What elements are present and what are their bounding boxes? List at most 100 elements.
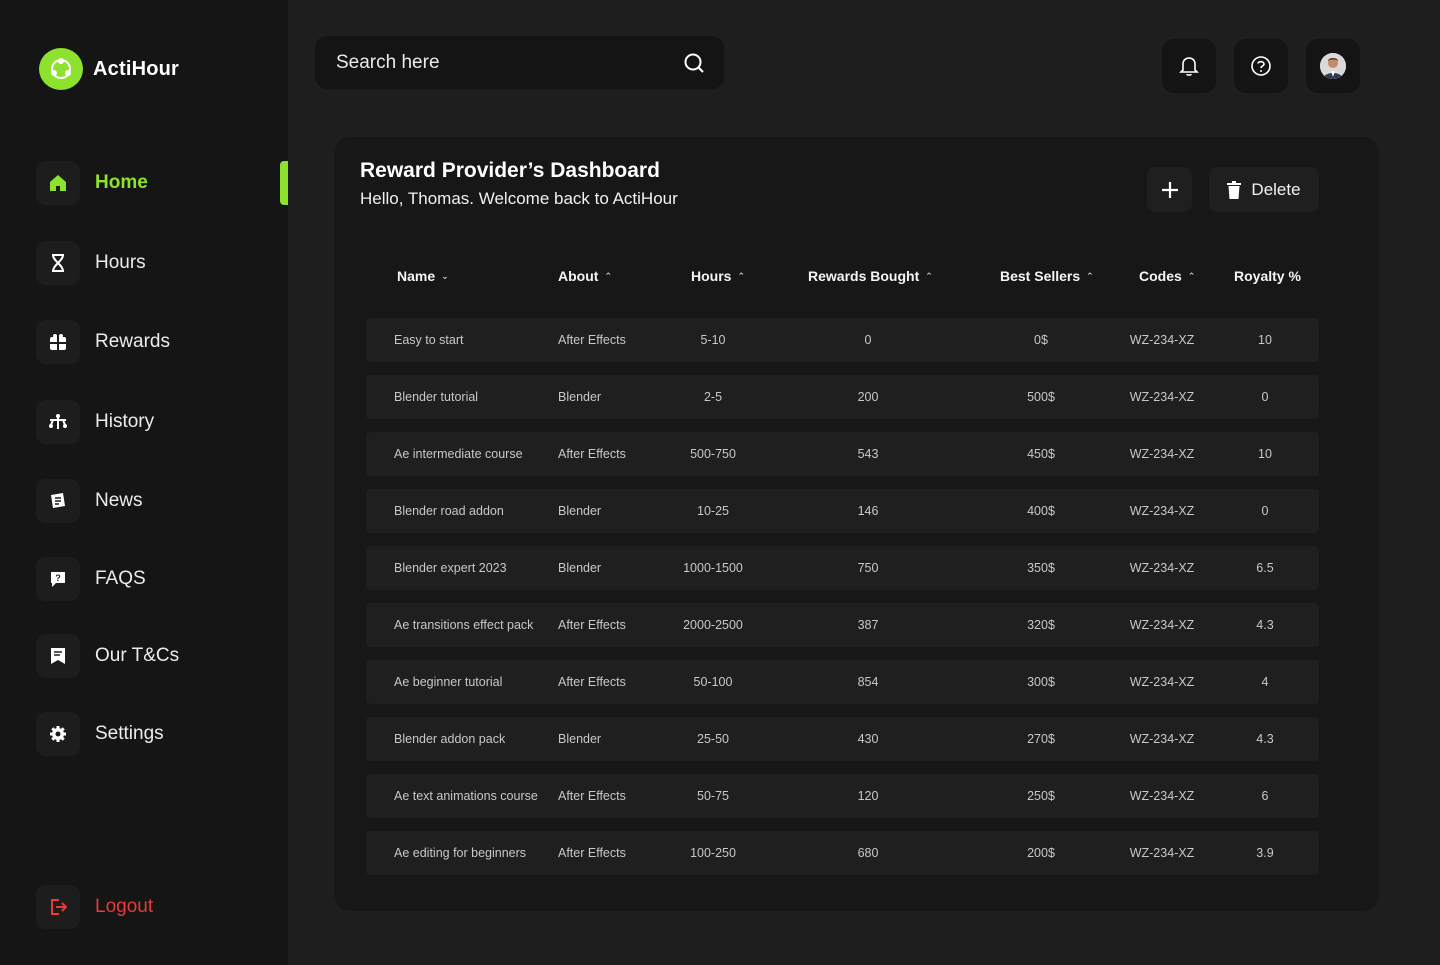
plus-icon: [1161, 181, 1178, 198]
cell-about: After Effects: [558, 333, 626, 347]
profile-button[interactable]: [1306, 39, 1360, 93]
column-label: Hours: [691, 268, 732, 284]
cell-name: Ae transitions effect pack: [394, 618, 534, 632]
logout-button[interactable]: Logout: [36, 885, 153, 929]
sidebar-item-label: FAQS: [95, 568, 146, 589]
history-icon: [36, 400, 80, 444]
sidebar-item-label: Hours: [95, 252, 146, 273]
sidebar-item-label: Rewards: [95, 331, 170, 352]
table-row[interactable]: Ae intermediate course After Effects 500-7…: [366, 432, 1319, 476]
app: ActiHour Home Hours Rewards History News…: [0, 0, 1440, 965]
column-header-hours[interactable]: Hours ⌃: [691, 268, 745, 284]
cell-rewards-bought: 200: [857, 390, 879, 404]
cell-code: WZ-234-XZ: [1129, 675, 1195, 689]
table-row[interactable]: Ae transitions effect pack After Effects 2…: [366, 603, 1319, 647]
brand[interactable]: ActiHour: [39, 48, 179, 90]
cell-code: WZ-234-XZ: [1129, 732, 1195, 746]
column-header-royalty[interactable]: Royalty %: [1234, 268, 1301, 284]
cell-about: After Effects: [558, 447, 626, 461]
chevron-up-icon: ⌃: [1086, 270, 1094, 281]
cell-name: Ae beginner tutorial: [394, 675, 503, 689]
search-input[interactable]: [336, 51, 670, 74]
cell-code: WZ-234-XZ: [1129, 504, 1195, 518]
table-row[interactable]: Ae text animations course After Effects 50…: [366, 774, 1319, 818]
table-row[interactable]: Ae beginner tutorial After Effects 50-100 8…: [366, 660, 1319, 704]
cell-name: Ae text animations course: [394, 789, 538, 803]
sidebar-item-faqs[interactable]: ? FAQS: [36, 557, 146, 601]
table-row[interactable]: Blender tutorial Blender 2-5 200 500$ WZ-234-…: [366, 375, 1319, 419]
cell-name: Ae editing for beginners: [394, 846, 527, 860]
cell-rewards-bought: 120: [857, 789, 879, 803]
cell-rewards-bought: 750: [857, 561, 879, 575]
cell-code: WZ-234-XZ: [1129, 447, 1195, 461]
cell-code: WZ-234-XZ: [1129, 333, 1195, 347]
chevron-down-icon: ⌄: [441, 270, 449, 281]
table-row[interactable]: Blender expert 2023 Blender 1000-1500 750 35…: [366, 546, 1319, 590]
table-row[interactable]: Blender addon pack Blender 25-50 430 270$ WZ-…: [366, 717, 1319, 761]
cell-hours: 2-5: [703, 390, 723, 404]
cell-rewards-bought: 430: [857, 732, 879, 746]
cell-best-sellers: 250$: [1027, 789, 1055, 803]
cell-royalty: 10: [1258, 447, 1272, 461]
sidebar-item-rewards[interactable]: Rewards: [36, 320, 170, 364]
sidebar-item-label: Settings: [95, 723, 164, 744]
column-label: Name: [397, 268, 436, 284]
sidebar-item-history[interactable]: History: [36, 400, 154, 444]
cell-rewards-bought: 0: [864, 333, 872, 347]
cell-best-sellers: 0$: [1034, 333, 1048, 347]
cell-about: Blender: [558, 732, 602, 746]
cell-hours: 1000-1500: [683, 561, 743, 575]
cell-best-sellers: 320$: [1027, 618, 1055, 632]
cell-about: Blender: [558, 561, 602, 575]
cell-hours: 50-75: [697, 789, 729, 803]
cell-hours: 5-10: [700, 333, 726, 347]
sidebar-item-label: Home: [95, 172, 148, 193]
table-row[interactable]: Blender road addon Blender 10-25 146 400$ WZ-…: [366, 489, 1319, 533]
sidebar-item-home[interactable]: Home: [36, 161, 148, 205]
cell-royalty: 0: [1261, 390, 1269, 404]
cell-code: WZ-234-XZ: [1129, 390, 1195, 404]
sidebar-item-label: News: [95, 490, 143, 511]
logo-icon: [39, 48, 83, 90]
sidebar-item-tcs[interactable]: Our T&Cs: [36, 634, 179, 678]
cell-name: Easy to start: [394, 333, 464, 347]
cell-royalty: 10: [1258, 333, 1272, 347]
cell-about: Blender: [558, 504, 602, 518]
cell-royalty: 6.5: [1256, 561, 1274, 575]
cell-rewards-bought: 854: [857, 675, 879, 689]
delete-button[interactable]: Delete: [1209, 167, 1319, 212]
cell-royalty: 4: [1261, 675, 1269, 689]
cell-rewards-bought: 387: [857, 618, 879, 632]
sidebar-item-hours[interactable]: Hours: [36, 241, 146, 285]
chevron-up-icon: ⌃: [737, 270, 745, 281]
logout-label: Logout: [95, 896, 154, 917]
table-row[interactable]: Ae editing for beginners After Effects 100…: [366, 831, 1319, 875]
add-button[interactable]: [1147, 167, 1192, 212]
column-header-name[interactable]: Name ⌄: [397, 268, 449, 284]
column-label: Codes: [1139, 268, 1182, 284]
column-header-rewards-bought[interactable]: Rewards Bought ⌃: [808, 268, 933, 284]
cell-rewards-bought: 680: [857, 846, 879, 860]
cell-code: WZ-234-XZ: [1129, 618, 1195, 632]
column-header-best-sellers[interactable]: Best Sellers ⌃: [1000, 268, 1094, 284]
cell-name: Blender road addon: [394, 504, 504, 518]
welcome-message: Hello, Thomas. Welcome back to ActiHour: [360, 189, 678, 208]
cell-royalty: 4.3: [1256, 618, 1274, 632]
cell-code: WZ-234-XZ: [1129, 789, 1195, 803]
help-icon: [1251, 56, 1271, 76]
cell-name: Blender expert 2023: [394, 561, 507, 575]
gift-icon: [36, 320, 80, 364]
delete-label: Delete: [1251, 179, 1301, 199]
search-button[interactable]: [670, 39, 718, 87]
sidebar-item-settings[interactable]: Settings: [36, 712, 164, 756]
column-header-codes[interactable]: Codes ⌃: [1139, 268, 1195, 284]
table-row[interactable]: Easy to start After Effects 5-10 0 0$ WZ-234-…: [366, 318, 1319, 362]
column-header-about[interactable]: About ⌃: [558, 268, 612, 284]
cell-best-sellers: 200$: [1027, 846, 1055, 860]
cell-name: Blender addon pack: [394, 732, 506, 746]
cell-about: After Effects: [558, 789, 626, 803]
notifications-button[interactable]: [1162, 39, 1216, 93]
sidebar-item-news[interactable]: News: [36, 479, 143, 523]
help-button[interactable]: [1234, 39, 1288, 93]
avatar: [1320, 53, 1346, 79]
